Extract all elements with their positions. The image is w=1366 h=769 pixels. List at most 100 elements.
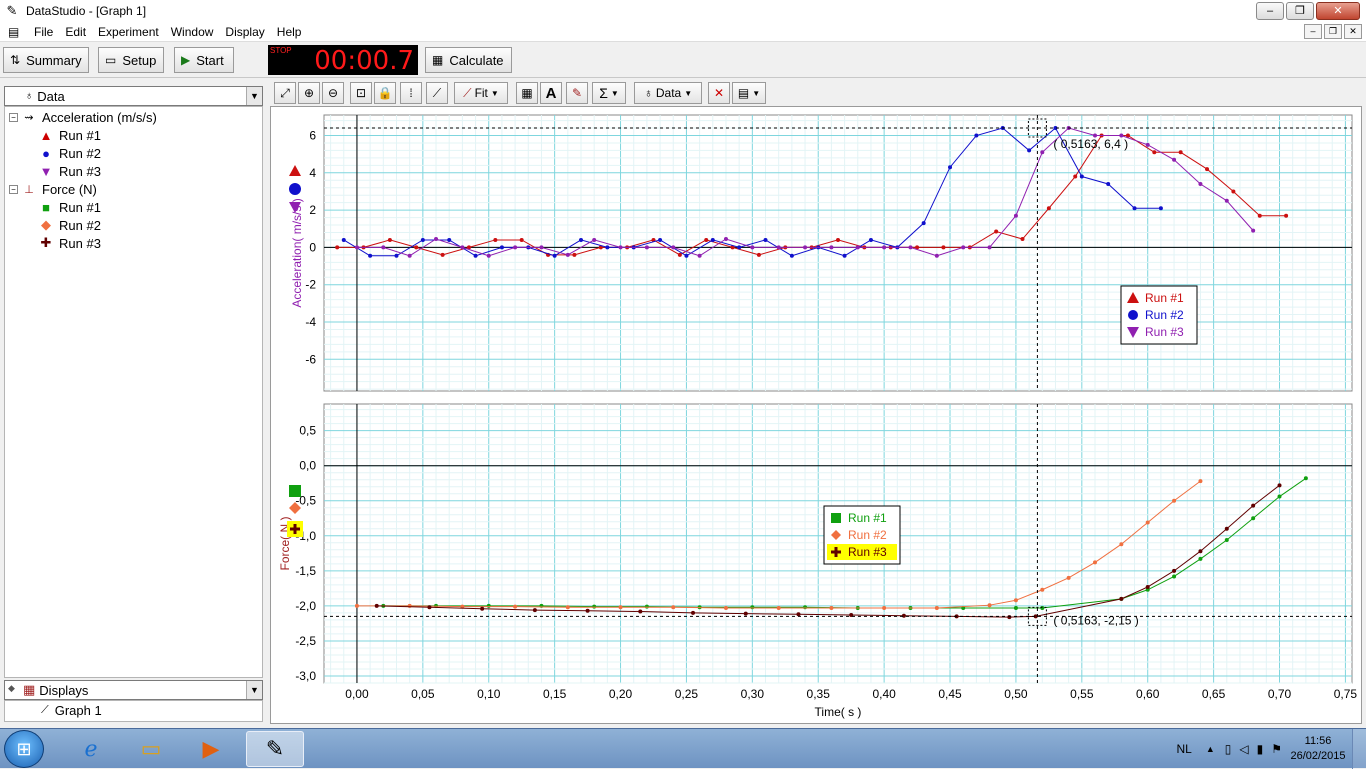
data-point: [532, 608, 537, 613]
show-hidden-icons-icon[interactable]: ▲: [1206, 744, 1215, 754]
network-icon[interactable]: ▮: [1257, 742, 1264, 756]
tree-item-acceleration[interactable]: − ⇝ Acceleration (m/s/s): [9, 108, 157, 126]
mdi-minimize-button[interactable]: –: [1304, 24, 1322, 39]
chevron-down-icon[interactable]: ▼: [246, 681, 262, 699]
menu-experiment[interactable]: Experiment: [92, 22, 165, 42]
data-dropdown[interactable]: ♁ Data ▼: [4, 86, 263, 106]
x-tick-label: 0,25: [675, 687, 699, 701]
data-point: [829, 605, 834, 610]
close-button[interactable]: ✕: [1316, 2, 1360, 20]
x-tick-label: 0,65: [1202, 687, 1226, 701]
resize-grip-icon[interactable]: ◆: [8, 683, 15, 694]
mdi-restore-button[interactable]: ❐: [1324, 24, 1342, 39]
calculator-button[interactable]: ▦: [516, 82, 538, 104]
display-item-label: Graph 1: [54, 703, 102, 718]
tree-item-accel-run2[interactable]: ● Run #2: [39, 144, 101, 162]
tree-item-accel-run3[interactable]: ▼ Run #3: [39, 162, 101, 180]
setup-button[interactable]: ▭ Setup: [98, 47, 164, 73]
document-icon[interactable]: ▤: [8, 24, 24, 40]
menu-help[interactable]: Help: [271, 22, 308, 42]
calculate-button[interactable]: ▦ Calculate: [425, 47, 512, 73]
data-point: [1152, 150, 1157, 155]
prediction-button[interactable]: ✎: [566, 82, 588, 104]
calculate-label: Calculate: [449, 52, 504, 68]
delete-button[interactable]: ✕: [708, 82, 730, 104]
displays-dropdown[interactable]: ◆ ▦ Displays ▼: [4, 680, 263, 700]
data-point: [1119, 596, 1124, 601]
data-point: [460, 245, 465, 250]
timer-value: 00:00.7: [314, 46, 414, 76]
internet-explorer-icon: ℯ: [84, 736, 98, 761]
menu-display[interactable]: Display: [219, 22, 270, 42]
lock-icon: 🔒: [377, 86, 393, 100]
taskbar-ie[interactable]: ℯ: [62, 731, 120, 767]
data-point: [1119, 542, 1124, 547]
statistics-dropdown[interactable]: Σ ▼: [592, 82, 626, 104]
y-tick-label: -4: [305, 315, 316, 329]
zoom-in-button[interactable]: ⊕: [298, 82, 320, 104]
data-point: [486, 603, 491, 608]
mdi-close-button[interactable]: ✕: [1344, 24, 1362, 39]
menu-bar: ▤ File Edit Experiment Window Display He…: [0, 22, 1366, 42]
tree-item-force-run3[interactable]: ✚ Run #3: [39, 234, 101, 252]
data-point: [539, 245, 544, 250]
diamond-icon: ◆: [41, 217, 51, 232]
fit-dropdown[interactable]: ⟋ Fit ▼: [454, 82, 508, 104]
smart-tool-button[interactable]: ⁞: [400, 82, 422, 104]
language-indicator[interactable]: NL: [1177, 742, 1192, 756]
data-point: [743, 611, 748, 616]
menu-file[interactable]: File: [28, 22, 59, 42]
collapse-icon[interactable]: −: [9, 184, 18, 194]
show-desktop-button[interactable]: [1352, 729, 1366, 769]
volume-icon[interactable]: ◁: [1239, 742, 1248, 756]
slope-icon: ⟋: [432, 85, 442, 100]
start-button[interactable]: ▶ Start: [174, 47, 234, 73]
slope-tool-button[interactable]: ⟋: [426, 82, 448, 104]
circle-icon: ●: [42, 145, 50, 161]
maximize-button[interactable]: ❐: [1286, 2, 1314, 20]
align-button[interactable]: 🔒: [374, 82, 396, 104]
collapse-icon[interactable]: −: [9, 112, 18, 122]
y-axis-label: Acceleration( m/s/s ): [290, 198, 304, 307]
data-drop-icon: ♁: [643, 86, 653, 100]
chevron-down-icon[interactable]: ▼: [246, 87, 262, 105]
data-dropdown-graph[interactable]: ♁ Data ▼: [634, 82, 702, 104]
menu-edit[interactable]: Edit: [59, 22, 92, 42]
data-point: [934, 605, 939, 610]
minimize-button[interactable]: –: [1256, 2, 1284, 20]
prediction-icon: ✎: [571, 86, 583, 100]
graph-canvas[interactable]: 6 4 2 0 -2 -4 -6 Acceleration( m/s/s ) ( 0,5163,…: [271, 107, 1361, 723]
legend-square: [831, 513, 841, 523]
annotation-button[interactable]: A: [540, 82, 562, 104]
tree-item-accel-run1[interactable]: ▲ Run #1: [39, 126, 101, 144]
display-item-graph1[interactable]: ⟋ Graph 1: [41, 703, 102, 718]
side-symbol-circle: [289, 183, 301, 195]
taskbar-explorer[interactable]: ▭: [122, 731, 180, 767]
clock-date: 26/02/2015: [1290, 750, 1346, 762]
taskbar-datastudio[interactable]: ✎: [246, 731, 304, 767]
taskbar-media-player[interactable]: ▶: [182, 731, 240, 767]
device-icon[interactable]: ▯: [1225, 742, 1232, 756]
y-tick-label: 0,0: [299, 459, 316, 473]
mdi-controls: – ❐ ✕: [1304, 24, 1362, 39]
scale-to-fit-button[interactable]: ⤢: [274, 82, 296, 104]
action-center-flag-icon[interactable]: ⚑: [1271, 742, 1282, 756]
x-tick-label: 0,70: [1268, 687, 1292, 701]
data-point: [1132, 206, 1137, 211]
tree-item-force[interactable]: − ⊥ Force (N): [9, 180, 97, 198]
data-point: [803, 605, 808, 610]
menu-window[interactable]: Window: [165, 22, 220, 42]
data-point: [374, 603, 379, 608]
y-tick-label: -3,0: [295, 669, 316, 683]
start-button[interactable]: ⊞: [4, 730, 44, 768]
summary-button[interactable]: ⇅ Summary: [3, 47, 89, 73]
tree-item-force-run1[interactable]: ■ Run #1: [39, 198, 101, 216]
settings-dropdown[interactable]: ▤ ▼: [732, 82, 766, 104]
clock[interactable]: 11:56 26/02/2015: [1288, 734, 1348, 764]
data-point: [763, 237, 768, 242]
data-point: [836, 237, 840, 242]
zoom-out-button[interactable]: ⊖: [322, 82, 344, 104]
tree-item-force-run2[interactable]: ◆ Run #2: [39, 216, 101, 234]
x-tick-label: 0,10: [477, 687, 501, 701]
zoom-select-button[interactable]: ⊡: [350, 82, 372, 104]
